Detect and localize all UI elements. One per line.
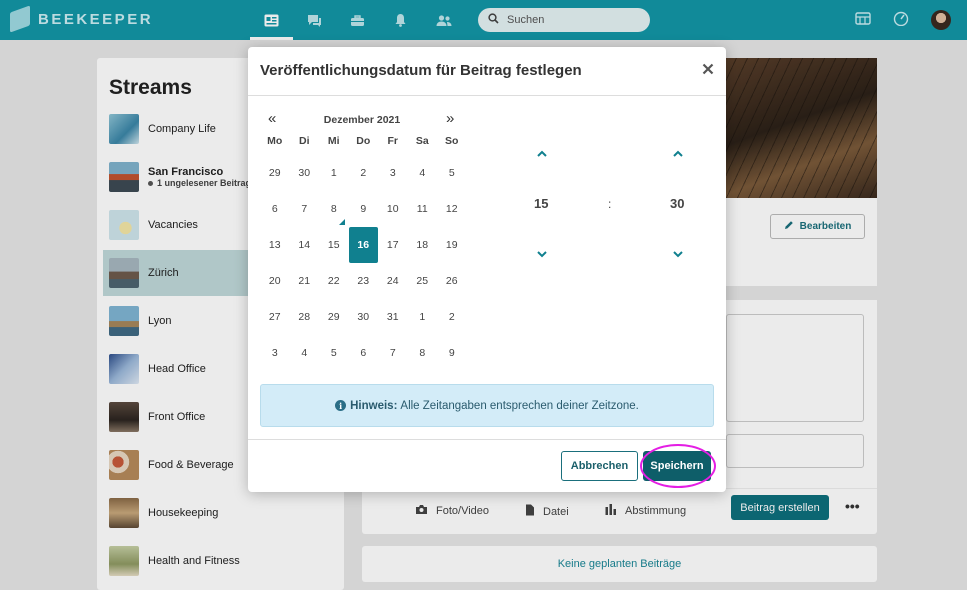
weekday-header: So xyxy=(445,135,459,147)
close-icon[interactable] xyxy=(702,59,714,80)
schedule-post-dialog: Veröffentlichungsdatum für Beitrag festl… xyxy=(248,47,726,492)
calendar-day[interactable]: 19 xyxy=(437,227,467,263)
cancel-button[interactable]: Abbrechen xyxy=(561,451,638,481)
calendar-day[interactable]: 5 xyxy=(437,155,467,191)
minute-down-chevron-icon[interactable] xyxy=(672,248,684,260)
calendar-day[interactable]: 7 xyxy=(290,191,320,227)
calendar-day[interactable]: 15 xyxy=(319,227,349,263)
calendar-day[interactable]: 16 xyxy=(348,227,378,263)
calendar-day[interactable]: 30 xyxy=(349,299,379,335)
minute-up-chevron-icon[interactable] xyxy=(672,148,684,160)
dialog-header: Veröffentlichungsdatum für Beitrag festl… xyxy=(248,47,726,96)
weekday-header: Sa xyxy=(415,135,429,147)
info-icon: i xyxy=(335,400,347,411)
minute-value[interactable]: 30 xyxy=(670,196,684,211)
hour-up-chevron-icon[interactable] xyxy=(536,148,548,160)
calendar-day[interactable]: 23 xyxy=(349,263,379,299)
calendar-month-label: Dezember 2021 xyxy=(323,114,401,126)
calendar-day[interactable]: 10 xyxy=(378,191,408,227)
calendar-day[interactable]: 17 xyxy=(378,227,408,263)
hour-down-chevron-icon[interactable] xyxy=(536,248,548,260)
calendar-day[interactable]: 26 xyxy=(437,263,467,299)
weekday-header: Mi xyxy=(327,135,340,147)
calendar-day[interactable]: 7 xyxy=(378,335,408,371)
calendar-day[interactable]: 21 xyxy=(290,263,320,299)
calendar-day[interactable]: 2 xyxy=(437,299,467,335)
calendar-day[interactable]: 27 xyxy=(260,299,290,335)
calendar-day[interactable]: 1 xyxy=(408,299,438,335)
dialog-title: Veröffentlichungsdatum für Beitrag festl… xyxy=(260,62,582,79)
calendar-day[interactable]: 20 xyxy=(260,263,290,299)
calendar-day[interactable]: 5 xyxy=(319,335,349,371)
calendar-day[interactable]: 30 xyxy=(290,155,320,191)
calendar-day[interactable]: 2 xyxy=(349,155,379,191)
calendar-day[interactable]: 1 xyxy=(319,155,349,191)
calendar-day[interactable]: 9 xyxy=(349,191,379,227)
weekday-header: Di xyxy=(299,135,310,147)
calendar-day[interactable]: 8 xyxy=(319,191,349,227)
next-month-button[interactable]: » xyxy=(446,110,454,127)
calendar-day[interactable]: 6 xyxy=(349,335,379,371)
weekday-header: Do xyxy=(356,135,371,147)
time-separator: : xyxy=(608,197,612,211)
save-button[interactable]: Speichern xyxy=(643,451,711,481)
calendar-day[interactable]: 13 xyxy=(260,227,290,263)
calendar-day[interactable]: 28 xyxy=(290,299,320,335)
hint-label: Hinweis: xyxy=(350,399,398,412)
calendar-day[interactable]: 11 xyxy=(408,191,438,227)
calendar-day[interactable]: 22 xyxy=(319,263,349,299)
calendar-day[interactable]: 3 xyxy=(378,155,408,191)
weekday-header: Mo xyxy=(267,135,283,147)
calendar-day[interactable]: 24 xyxy=(378,263,408,299)
calendar-day[interactable]: 29 xyxy=(319,299,349,335)
calendar-day[interactable]: 4 xyxy=(408,155,438,191)
dialog-footer: Abbrechen Speichern xyxy=(248,439,726,492)
calendar-day[interactable]: 6 xyxy=(260,191,290,227)
timezone-hint: i Hinweis: Alle Zeitangaben entsprechen … xyxy=(260,384,714,427)
calendar-day[interactable]: 25 xyxy=(408,263,438,299)
calendar-day[interactable]: 9 xyxy=(437,335,467,371)
calendar-day[interactable]: 4 xyxy=(290,335,320,371)
weekday-header: Fr xyxy=(387,135,399,147)
calendar-day[interactable]: 29 xyxy=(260,155,290,191)
calendar-day[interactable]: 14 xyxy=(290,227,320,263)
calendar-day[interactable]: 12 xyxy=(437,191,467,227)
hint-text: Alle Zeitangaben entsprechen deiner Zeit… xyxy=(400,399,639,412)
calendar-day[interactable]: 8 xyxy=(408,335,438,371)
hour-value[interactable]: 15 xyxy=(534,196,548,211)
calendar-day[interactable]: 31 xyxy=(378,299,408,335)
calendar-day[interactable]: 18 xyxy=(408,227,438,263)
calendar-day[interactable]: 3 xyxy=(260,335,290,371)
